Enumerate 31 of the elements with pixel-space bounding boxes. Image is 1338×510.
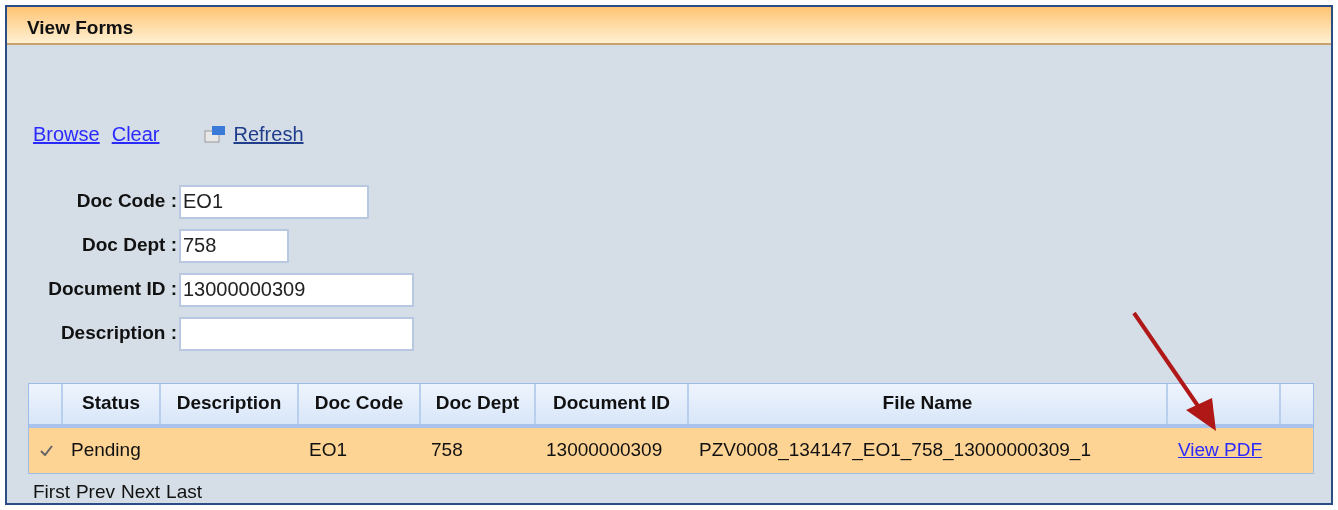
table-cell: Pending [71,438,141,460]
field-label: Doc Dept : [81,233,178,258]
column-header[interactable]: Status [63,383,161,424]
pager-link[interactable]: Last [166,477,202,506]
column-header[interactable]: File Name [689,383,1168,424]
table-cell: EO1 [309,438,348,460]
pager-link[interactable]: First [33,477,70,506]
column-header[interactable]: Doc Code [299,383,421,424]
column-header[interactable]: Description [161,383,299,424]
input-field[interactable] [179,316,414,351]
input-field[interactable]: 13000000309 [179,272,414,307]
field-label: Description : [59,321,178,346]
toolbar-link[interactable]: Browse [33,118,100,149]
table-cell: 13000000309 [546,438,663,460]
field-label: Document ID : [47,277,178,302]
pager-link[interactable]: Prev [75,477,115,506]
input-field[interactable]: EO1 [179,184,369,219]
column-header[interactable]: Doc Dept [421,383,536,424]
pager-link[interactable]: Next [121,477,161,506]
window-icon [203,124,226,143]
input-field[interactable]: 758 [179,228,289,263]
table-row[interactable]: Pending EO1 758 13000000309 PZV0008_134147_EO1_758_13000000309_1 View PDF [29,427,1313,473]
field-label: Doc Code : [75,189,178,214]
table-cell: PZV0008_134147_EO1_758_13000000309_1 [699,438,1091,460]
view-pdf-link[interactable]: View PDF [1178,438,1263,460]
table-cell: 758 [431,438,463,460]
toolbar-link[interactable]: Clear [111,118,160,149]
panel-title: View Forms [27,17,134,38]
column-header[interactable]: Document ID [536,383,689,424]
check-icon [39,444,53,456]
refresh-link[interactable]: Refresh [233,118,304,149]
